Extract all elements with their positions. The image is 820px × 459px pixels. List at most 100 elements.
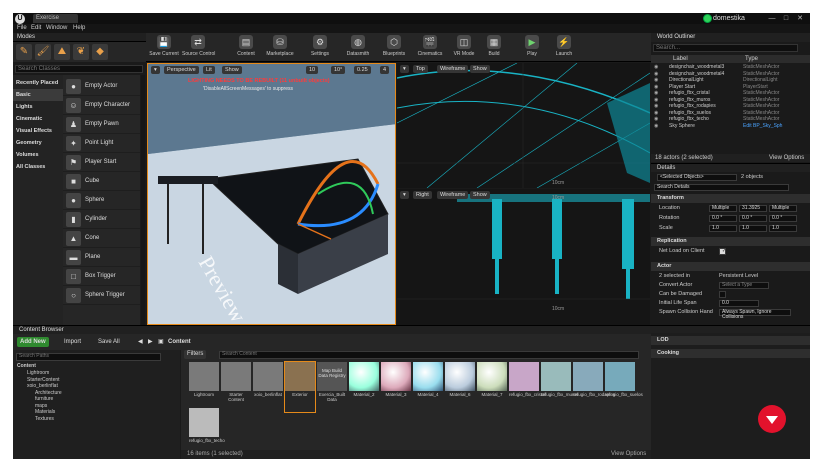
category-all-classes[interactable]: All Classes (13, 161, 63, 173)
minimize-button[interactable]: — (765, 13, 779, 24)
add-new-button[interactable]: Add New (17, 337, 49, 347)
search-paths-input[interactable]: Search Paths (16, 353, 161, 361)
asset-tile[interactable]: Starter Content (221, 362, 251, 412)
details-tab[interactable]: Details (651, 163, 810, 172)
right-show-button[interactable]: Show (470, 191, 490, 199)
build-button[interactable]: ▦ Build (478, 35, 510, 61)
grid-snap-value[interactable]: 10 (306, 66, 319, 74)
play-button[interactable]: ▶ Play (516, 35, 548, 61)
details-search-input[interactable]: Search Details (654, 184, 789, 191)
actor-section[interactable]: Actor (651, 262, 810, 271)
wireframe-mode-button[interactable]: Wireframe (437, 65, 469, 73)
asset-tile[interactable]: refugio_fbx_suelos (605, 362, 643, 412)
top-show-button[interactable]: Show (470, 65, 490, 73)
settings-button[interactable]: ⚙ Settings (304, 35, 336, 61)
cooking-section[interactable]: Cooking (651, 349, 810, 358)
replication-section[interactable]: Replication (651, 237, 810, 246)
cinematics-button[interactable]: 🎬 Cinematics (414, 35, 446, 61)
outliner-row[interactable]: ◉ Sky Sphere Edit BP_Sky_Sph (651, 123, 806, 130)
menu-file[interactable]: File (17, 24, 27, 33)
save-current-button[interactable]: 💾 Save Current (148, 35, 180, 61)
category-recently-placed[interactable]: Recently Placed (13, 77, 63, 89)
datasmith-button[interactable]: ◍ Datasmith (342, 35, 374, 61)
rotation-x-field[interactable]: 0.0 ° (709, 215, 737, 222)
place-empty-actor[interactable]: ● Empty Actor (63, 77, 140, 96)
place-cube[interactable]: ■ Cube (63, 172, 140, 191)
place-sphere-trigger[interactable]: ○ Sphere Trigger (63, 286, 140, 305)
tree-item[interactable]: Content (17, 363, 184, 370)
place-point-light[interactable]: ✦ Point Light (63, 134, 140, 153)
marketplace-button[interactable]: ⛁ Marketplace (264, 35, 296, 61)
place-box-trigger[interactable]: □ Box Trigger (63, 267, 140, 286)
asset-tile[interactable]: Map Build Data Registry Exercia_Built Dat… (317, 362, 347, 412)
world-outliner-tab[interactable]: World Outliner (651, 33, 810, 42)
scale-x-field[interactable]: 1.0 (709, 225, 737, 232)
top-viewport-options-button[interactable]: ▾ (400, 65, 409, 73)
user-avatar-icon[interactable] (703, 14, 712, 23)
asset-tile[interactable]: refugio_fbx_muros (541, 362, 578, 412)
modes-tab[interactable]: Modes (13, 33, 146, 42)
cb-view-options[interactable]: View Options (611, 450, 646, 459)
perspective-mode-button[interactable]: Perspective (164, 66, 199, 74)
import-button[interactable]: Import (61, 337, 84, 347)
place-mode-icon[interactable]: ✎ (16, 44, 32, 60)
camera-speed-value[interactable]: 4 (380, 66, 390, 74)
outliner-search-input[interactable]: Search... (653, 44, 798, 52)
top-mode-button[interactable]: Top (413, 65, 428, 73)
lod-section[interactable]: LOD (651, 336, 810, 345)
life-span-field[interactable]: 0.0 (719, 300, 759, 307)
place-empty-pawn[interactable]: ♟ Empty Pawn (63, 115, 140, 134)
category-lights[interactable]: Lights (13, 101, 63, 113)
asset-tile[interactable]: Material_2 (349, 362, 379, 412)
content-button[interactable]: ▤ Content (230, 35, 262, 61)
filters-button[interactable]: Filters (184, 350, 207, 359)
asset-tile[interactable]: Material_6 (445, 362, 475, 412)
breadcrumb[interactable]: Content (165, 337, 194, 347)
lit-mode-button[interactable]: Lit (203, 66, 215, 74)
unreal-logo-icon[interactable]: U (15, 14, 25, 24)
spawn-collision-dropdown[interactable]: Always Spawn, Ignore Collisions (719, 309, 791, 320)
right-viewport[interactable]: ▾ Right Wireframe Show 10cm 10cm (397, 189, 650, 325)
right-wireframe-button[interactable]: Wireframe (437, 191, 469, 199)
transform-section[interactable]: Transform (651, 194, 810, 203)
place-player-start[interactable]: ⚑ Player Start (63, 153, 140, 172)
col-label[interactable]: Label (673, 55, 688, 63)
scale-label[interactable]: Scale (659, 224, 673, 233)
perspective-viewport[interactable]: Preview ▾ Perspective Lit Show 10 10° 0.… (147, 63, 396, 325)
category-visual-effects[interactable]: Visual Effects (13, 125, 63, 137)
category-volumes[interactable]: Volumes (13, 149, 63, 161)
outliner-view-options[interactable]: View Options (769, 154, 804, 162)
net-load-checkbox[interactable]: ✓ (719, 248, 726, 255)
convert-actor-dropdown[interactable]: Select a Type (719, 282, 769, 289)
save-all-button[interactable]: Save All (95, 337, 123, 347)
paint-mode-icon[interactable]: 🖌 (35, 44, 51, 60)
top-viewport[interactable]: ▾ Top Wireframe Show 10cm (397, 63, 650, 188)
location-z-field[interactable]: Multiple (769, 205, 797, 212)
eye-icon[interactable]: ◉ (654, 123, 658, 130)
foliage-mode-icon[interactable]: ❦ (73, 44, 89, 60)
vr-mode-button[interactable]: ◫ VR Mode (448, 35, 480, 61)
asset-tile[interactable]: refugio_fbx_rodapies (573, 362, 615, 412)
category-geometry[interactable]: Geometry (13, 137, 63, 149)
launch-button[interactable]: ⚡ Launch (548, 35, 580, 61)
search-classes-input[interactable]: Search Classes (15, 65, 143, 73)
level-tab[interactable]: Exercise (33, 14, 78, 23)
place-scrollbar[interactable] (141, 75, 145, 325)
landscape-mode-icon[interactable]: ⛰ (54, 44, 70, 60)
scale-z-field[interactable]: 1.0 (769, 225, 797, 232)
menu-edit[interactable]: Edit (31, 24, 41, 33)
tree-item[interactable]: Textures (35, 416, 202, 423)
col-type[interactable]: Type (745, 55, 758, 63)
location-y-field[interactable]: 31.3925 (739, 205, 767, 212)
category-basic[interactable]: Basic (13, 89, 63, 101)
search-content-input[interactable]: Search Content (219, 351, 639, 359)
place-cylinder[interactable]: ▮ Cylinder (63, 210, 140, 229)
close-button[interactable]: ✕ (793, 13, 807, 24)
scale-snap-value[interactable]: 0.25 (354, 66, 371, 74)
asset-tile[interactable]: refugio_fbx_cristal (509, 362, 546, 412)
asset-tile[interactable]: Material_4 (413, 362, 443, 412)
category-cinematic[interactable]: Cinematic (13, 113, 63, 125)
asset-tile[interactable]: Material_3 (381, 362, 411, 412)
menu-help[interactable]: Help (73, 24, 85, 33)
can-be-damaged-checkbox[interactable] (719, 291, 726, 298)
